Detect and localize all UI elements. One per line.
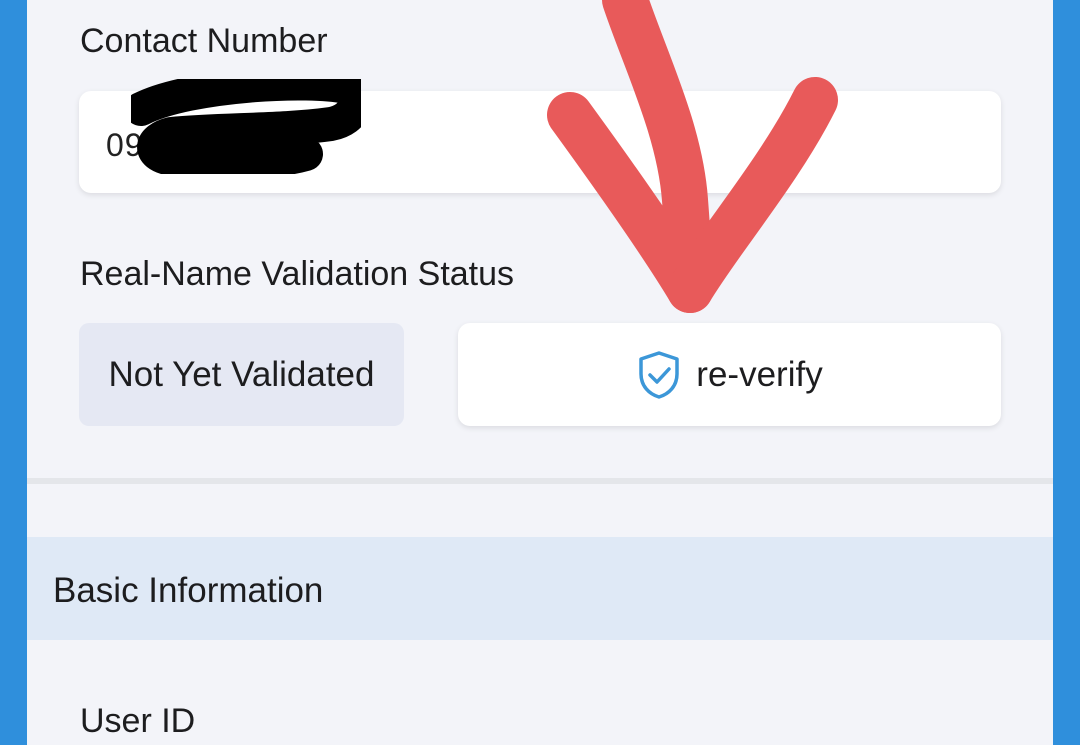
validation-status-badge: Not Yet Validated — [79, 323, 404, 426]
redaction-scribble — [131, 79, 361, 174]
basic-information-title: Basic Information — [53, 571, 324, 610]
contact-number-label: Contact Number — [80, 22, 328, 60]
contact-number-field[interactable]: 09 72 — [79, 79, 1001, 193]
reverify-label: re-verify — [696, 354, 823, 394]
profile-screen: Contact Number 09 72 Real-Name Validatio… — [27, 0, 1053, 745]
basic-information-header: Basic Information — [27, 537, 1053, 640]
user-id-label: User ID — [80, 702, 196, 740]
validation-status-label: Real-Name Validation Status — [80, 255, 515, 293]
section-divider — [27, 478, 1053, 484]
reverify-button[interactable]: re-verify — [458, 323, 1001, 426]
shield-check-icon — [639, 350, 680, 399]
validation-status-text: Not Yet Validated — [108, 354, 375, 394]
